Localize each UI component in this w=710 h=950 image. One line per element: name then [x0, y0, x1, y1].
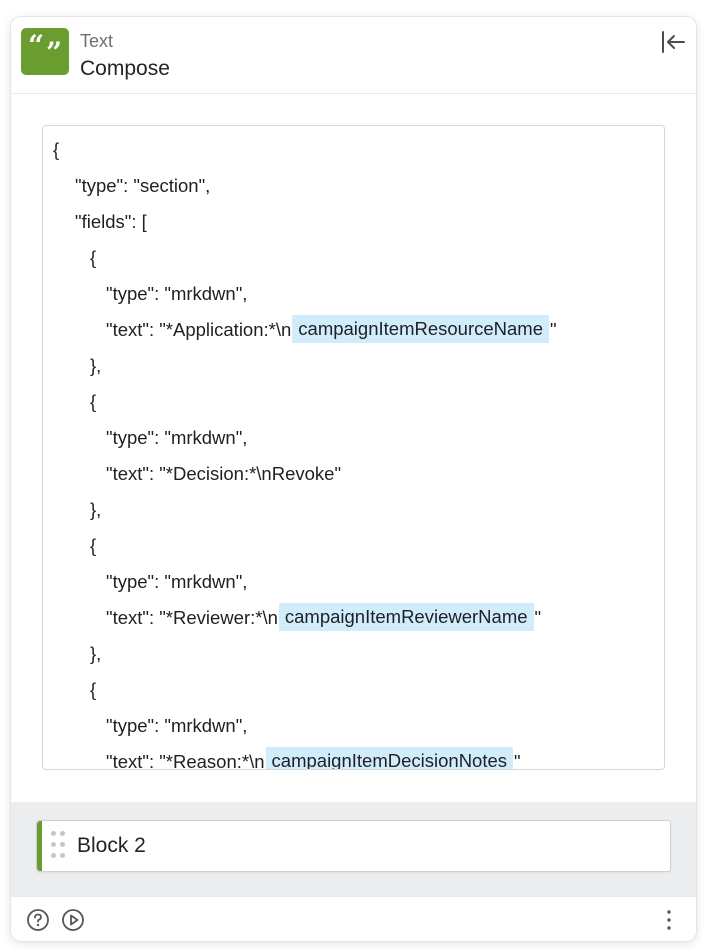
code-content[interactable]: { "type": "section", "fields": [ { "type": "… [53, 132, 664, 770]
block-accent-bar [37, 821, 42, 871]
code-line[interactable]: { [53, 528, 664, 564]
code-line[interactable]: }, [53, 636, 664, 672]
code-text: { [90, 391, 97, 412]
code-text: { [90, 247, 97, 268]
code-line[interactable]: { [53, 384, 664, 420]
code-text: }, [90, 643, 102, 664]
code-text: { [90, 535, 97, 556]
code-text: { [53, 139, 60, 160]
code-line[interactable]: "type": "mrkdwn", [53, 276, 664, 312]
code-line[interactable]: { [53, 672, 664, 708]
variable-pill[interactable]: campaignItemDecisionNotes [265, 747, 514, 769]
code-line[interactable]: "type": "mrkdwn", [53, 420, 664, 456]
variable-pill[interactable]: campaignItemResourceName [292, 315, 549, 343]
help-button[interactable] [26, 908, 50, 932]
code-line[interactable]: { [53, 240, 664, 276]
drag-handle-icon[interactable] [51, 831, 67, 861]
code-line[interactable]: }, [53, 492, 664, 528]
code-text: "type": "mrkdwn", [106, 283, 248, 304]
code-text: "text": "*Application:*\n [106, 319, 292, 340]
code-suffix: " [534, 607, 542, 628]
card-body: { "type": "section", "fields": [ { "type": "… [11, 94, 696, 802]
code-text: "type": "mrkdwn", [106, 427, 248, 448]
code-text: "text": "*Decision:*\nRevoke" [106, 463, 342, 484]
block-item[interactable]: Block 2 [36, 820, 671, 872]
help-circle-icon [27, 909, 49, 931]
code-line[interactable]: "text": "*Application:*\n campaignItemRes… [53, 312, 664, 348]
action-name: Compose [80, 57, 170, 80]
action-card: “ ” Text Compose { "type": "section", "fie… [11, 17, 696, 941]
more-vertical-icon [667, 910, 671, 930]
code-text: "fields": [ [75, 211, 147, 232]
code-suffix: " [550, 319, 557, 340]
code-text: "text": "*Reason:*\n [106, 751, 265, 770]
code-line[interactable]: { [53, 132, 664, 168]
code-text: "type": "section", [75, 175, 211, 196]
card-footer [11, 896, 696, 941]
collapse-panel-button[interactable] [659, 28, 687, 56]
code-text: "type": "mrkdwn", [106, 715, 248, 736]
blocks-area: Block 2 [11, 802, 696, 896]
play-circle-icon [62, 909, 84, 931]
quote-icon: “ ” [21, 28, 69, 75]
code-text: { [90, 679, 97, 700]
code-line[interactable]: "type": "mrkdwn", [53, 708, 664, 744]
code-editor[interactable]: { "type": "section", "fields": [ { "type": "… [42, 125, 665, 770]
collapse-left-icon [662, 31, 685, 53]
block-label: Block 2 [77, 834, 146, 857]
code-line[interactable]: "text": "*Decision:*\nRevoke" [53, 456, 664, 492]
code-text: "type": "mrkdwn", [106, 571, 248, 592]
code-text: }, [90, 499, 102, 520]
code-line[interactable]: "fields": [ [53, 204, 664, 240]
more-options-button[interactable] [659, 906, 679, 934]
code-line[interactable]: }, [53, 348, 664, 384]
card-header: “ ” Text Compose [11, 17, 696, 94]
test-run-button[interactable] [61, 908, 85, 932]
code-line[interactable]: "text": "*Reason:*\n campaignItemDecision… [53, 744, 664, 770]
app-name: Text [80, 31, 114, 51]
code-line[interactable]: "type": "mrkdwn", [53, 564, 664, 600]
code-text: "text": "*Reviewer:*\n [106, 607, 278, 628]
code-suffix: " [514, 751, 521, 770]
code-line[interactable]: "type": "section", [53, 168, 664, 204]
code-line[interactable]: "text": "*Reviewer:*\n campaignItemReview… [53, 600, 664, 636]
code-text: }, [90, 355, 102, 376]
variable-pill[interactable]: campaignItemReviewerName [278, 603, 534, 631]
